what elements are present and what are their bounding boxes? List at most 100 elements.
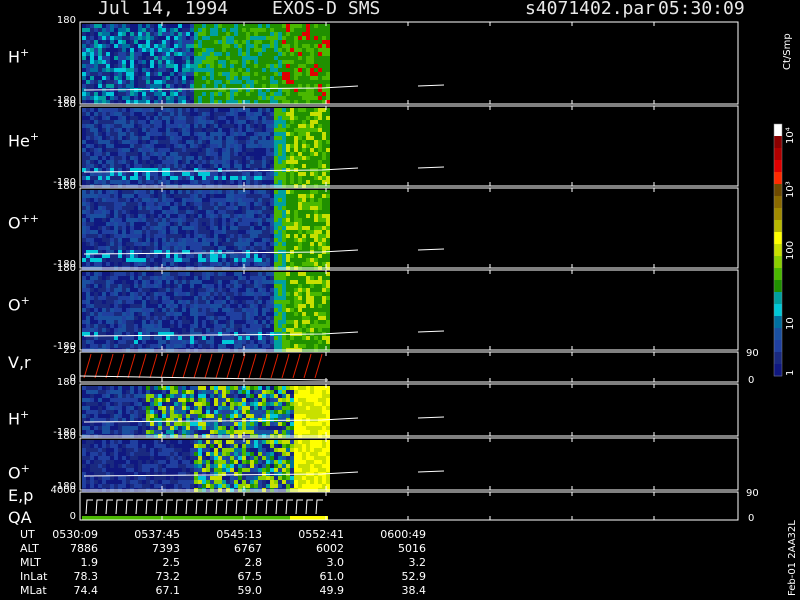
spectrogram-pixel <box>158 132 162 136</box>
spectrogram-pixel <box>106 238 110 242</box>
spectrogram-pixel <box>182 136 186 140</box>
spectrogram-pixel <box>182 68 186 72</box>
spectrogram-pixel <box>150 164 154 168</box>
spectrogram-pixel <box>190 234 194 238</box>
spectrogram-pixel <box>142 48 146 52</box>
spectrogram-pixel <box>222 128 226 132</box>
spectrogram-pixel <box>98 28 102 32</box>
spectrogram-pixel <box>242 168 246 172</box>
spectrogram-pixel <box>138 48 142 52</box>
spectrogram-pixel <box>218 276 222 280</box>
spectrogram-pixel <box>134 308 138 312</box>
spectrogram-pixel <box>318 230 322 234</box>
spectrogram-pixel <box>302 194 306 198</box>
spectrogram-pixel <box>118 254 122 258</box>
spectrogram-pixel <box>138 96 142 100</box>
spectrogram-pixel <box>190 276 194 280</box>
spectrogram-pixel <box>162 340 166 344</box>
spectrogram-pixel <box>298 68 302 72</box>
spectrogram-pixel <box>282 296 286 300</box>
spectrogram-pixel <box>170 254 174 258</box>
spectrogram-pixel <box>286 288 290 292</box>
spectrogram-pixel <box>258 250 262 254</box>
spectrogram-pixel <box>326 258 330 262</box>
spectrogram-pixel <box>222 80 226 84</box>
spectrogram-pixel <box>258 214 262 218</box>
spectrogram-pixel <box>142 284 146 288</box>
spectrogram-pixel <box>182 88 186 92</box>
spectrogram-pixel <box>282 120 286 124</box>
spectrogram-pixel <box>118 36 122 40</box>
spectrogram-pixel <box>94 120 98 124</box>
spectrogram-pixel <box>258 132 262 136</box>
spectrogram-pixel <box>326 230 330 234</box>
spectrogram-pixel <box>238 328 242 332</box>
spectrogram-pixel <box>102 80 106 84</box>
spectrogram-pixel <box>126 308 130 312</box>
spectrogram-pixel <box>138 180 142 184</box>
spectrogram-pixel <box>234 218 238 222</box>
spectrogram-pixel <box>122 238 126 242</box>
spectrogram-pixel <box>238 84 242 88</box>
spectrogram-pixel <box>222 76 226 80</box>
spectrogram-pixel <box>130 64 134 68</box>
spectrogram-pixel <box>194 336 198 340</box>
spectrogram-pixel <box>202 76 206 80</box>
spectrogram-pixel <box>286 234 290 238</box>
spectrogram-pixel <box>114 140 118 144</box>
spectrogram-pixel <box>142 210 146 214</box>
spectrogram-pixel <box>318 320 322 324</box>
spectrogram-pixel <box>182 246 186 250</box>
spectrogram-pixel <box>134 222 138 226</box>
spectrogram-pixel <box>170 60 174 64</box>
spectrogram-pixel <box>174 226 178 230</box>
spectrogram-pixel <box>298 344 302 348</box>
spectrogram-pixel <box>126 210 130 214</box>
spectrogram-pixel <box>250 84 254 88</box>
spectrogram-pixel <box>234 246 238 250</box>
spectrogram-pixel <box>218 128 222 132</box>
spectrogram-pixel <box>314 316 318 320</box>
spectrogram-pixel <box>158 230 162 234</box>
spectrogram-pixel <box>306 276 310 280</box>
spectrogram-pixel <box>198 116 202 120</box>
spectrogram-pixel <box>246 198 250 202</box>
spectrogram-pixel <box>82 76 86 80</box>
spectrogram-pixel <box>174 24 178 28</box>
spectrogram-pixel <box>170 234 174 238</box>
spectrogram-pixel <box>202 112 206 116</box>
spectrogram-pixel <box>314 140 318 144</box>
spectrogram-pixel <box>250 262 254 266</box>
spectrogram-pixel <box>190 92 194 96</box>
spectrogram-pixel <box>314 132 318 136</box>
spectrogram-pixel <box>314 44 318 48</box>
spectrogram-pixel <box>234 160 238 164</box>
spectrogram-pixel <box>278 160 282 164</box>
spectrogram-pixel <box>310 28 314 32</box>
spectrogram-pixel <box>230 250 234 254</box>
spectrogram-pixel <box>274 84 278 88</box>
spectrogram-pixel <box>182 160 186 164</box>
spectrogram-pixel <box>218 210 222 214</box>
spectrogram-pixel <box>90 340 94 344</box>
spectrogram-pixel <box>234 280 238 284</box>
spectrogram-pixel <box>250 332 254 336</box>
spectrogram-pixel <box>254 250 258 254</box>
spectrogram-pixel <box>310 172 314 176</box>
spectrogram-pixel <box>266 112 270 116</box>
spectrogram-pixel <box>162 32 166 36</box>
spectrogram-pixel <box>110 64 114 68</box>
spectrogram-pixel <box>294 202 298 206</box>
spectrogram-pixel <box>326 214 330 218</box>
spectrogram-pixel <box>114 160 118 164</box>
spectrogram-pixel <box>314 56 318 60</box>
spectrogram-pixel <box>322 28 326 32</box>
spectrogram-pixel <box>206 328 210 332</box>
spectrogram-pixel <box>102 160 106 164</box>
spectrogram-pixel <box>246 218 250 222</box>
spectrogram-pixel <box>298 198 302 202</box>
spectrogram-pixel <box>222 332 226 336</box>
spectrogram-pixel <box>110 144 114 148</box>
spectrogram-pixel <box>134 226 138 230</box>
spectrogram-pixel <box>82 288 86 292</box>
